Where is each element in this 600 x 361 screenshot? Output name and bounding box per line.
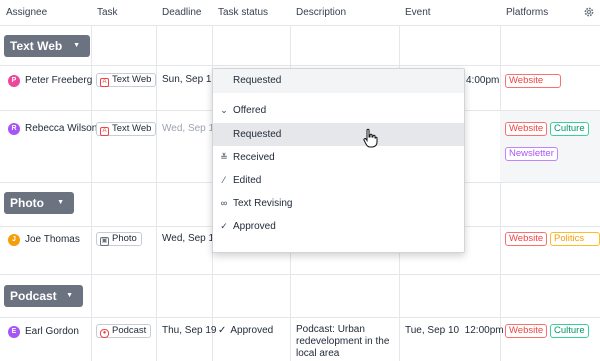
text-document-icon: A xyxy=(100,127,109,136)
status-option-text-revising[interactable]: ∞ Text Revising xyxy=(213,192,464,215)
deadline: Wed, Sep 18 xyxy=(162,233,220,244)
task-chip[interactable]: ● Podcast xyxy=(96,324,152,338)
avatar: P xyxy=(8,75,20,87)
task-chip[interactable]: A Text Web xyxy=(96,122,157,136)
avatar: E xyxy=(8,326,20,338)
assignee-name: Rebecca Wilson xyxy=(25,123,98,134)
microphone-icon: ● xyxy=(100,329,109,338)
column-header-description[interactable]: Description xyxy=(290,0,346,26)
caret-down-icon: ▼ xyxy=(66,292,73,299)
event-time: 4:00pm xyxy=(466,75,500,86)
task-chip[interactable]: A Text Web xyxy=(96,73,157,87)
column-header-event[interactable]: Event xyxy=(399,0,431,26)
avatar: R xyxy=(8,123,20,135)
platform-badge-website[interactable]: Website xyxy=(505,74,561,88)
platform-badge-culture[interactable]: Culture xyxy=(550,122,589,136)
table-row: E Earl Gordon ● Podcast Thu, Sep 19 ✓ Appr… xyxy=(0,318,600,361)
assignee-name: Peter Freeberg xyxy=(25,75,93,86)
column-header-task[interactable]: Task xyxy=(91,0,118,26)
deadline: Thu, Sep 19 xyxy=(162,325,217,336)
image-icon: ▣ xyxy=(100,237,109,246)
status-option-approved[interactable]: ✓ Approved xyxy=(213,215,464,238)
column-header-task-status[interactable]: Task status xyxy=(212,0,268,26)
group-label: Podcast xyxy=(10,289,57,303)
status-option-requested[interactable]: Requested xyxy=(213,123,464,146)
deadline: Sun, Sep 15 xyxy=(162,74,218,85)
deadline: Wed, Sep 18 xyxy=(162,123,220,134)
column-header-assignee[interactable]: Assignee xyxy=(0,0,47,26)
group-toggle-podcast[interactable]: Podcast ▼ xyxy=(4,285,83,307)
task-status[interactable]: ✓ Approved xyxy=(218,325,273,336)
group-label: Photo xyxy=(10,196,44,210)
chevron-down-icon: ⌄ xyxy=(220,105,228,115)
assignee-name: Earl Gordon xyxy=(25,326,79,337)
check-circle-icon: ✓ xyxy=(218,325,227,336)
assignee-name: Joe Thomas xyxy=(25,234,80,245)
status-option-edited[interactable]: ⁄ Edited xyxy=(213,169,464,192)
event-time: Tue, Sep 10 12:00pm xyxy=(405,325,504,336)
status-option-offered[interactable]: ⌄ Offered xyxy=(213,99,464,122)
column-header-platforms[interactable]: Platforms xyxy=(500,0,548,26)
platform-badge-website[interactable]: Website xyxy=(505,232,548,246)
platform-badge-website[interactable]: Website xyxy=(505,122,548,136)
group-toggle-text-web[interactable]: Text Web ▼ xyxy=(4,35,90,57)
table-header: Assignee Task Deadline Task status Descr… xyxy=(0,0,600,26)
avatar: J xyxy=(8,234,20,246)
row-divider xyxy=(0,274,600,275)
column-header-deadline[interactable]: Deadline xyxy=(156,0,201,26)
caret-down-icon: ▼ xyxy=(73,42,80,49)
platform-badge-website[interactable]: Website xyxy=(505,324,548,338)
group-label: Text Web xyxy=(10,39,63,53)
double-chevron-down-icon: ≚ xyxy=(220,152,228,162)
text-document-icon: A xyxy=(100,78,109,87)
platform-badge-newsletter[interactable]: Newsletter xyxy=(505,147,558,161)
dropdown-current-value[interactable]: Requested xyxy=(213,69,464,93)
description-text: Podcast: Urban redevelopment in the loca… xyxy=(296,324,390,359)
infinity-icon: ∞ xyxy=(220,198,228,208)
task-status-dropdown[interactable]: Requested ⌄ Offered Requested ≚ Received ⁄… xyxy=(212,68,465,253)
status-option-received[interactable]: ≚ Received xyxy=(213,146,464,169)
check-circle-icon: ✓ xyxy=(220,221,228,231)
hand-pointer-cursor-icon xyxy=(363,128,378,148)
platform-badge-culture[interactable]: Culture xyxy=(550,324,589,338)
platform-badge-politics[interactable]: Politics xyxy=(550,232,600,246)
task-chip[interactable]: ▣ Photo xyxy=(96,232,142,246)
caret-down-icon: ▼ xyxy=(57,199,64,206)
group-toggle-photo[interactable]: Photo ▼ xyxy=(4,192,74,214)
gear-icon[interactable] xyxy=(583,6,595,18)
pencil-icon: ⁄ xyxy=(223,175,225,185)
